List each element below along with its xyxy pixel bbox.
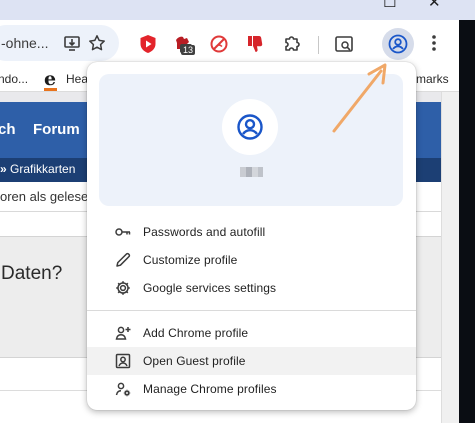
thread-title[interactable]: Daten? bbox=[1, 263, 62, 285]
install-app-icon[interactable] bbox=[63, 34, 81, 52]
profile-avatar-icon bbox=[388, 34, 408, 54]
youtube-extension-icon[interactable] bbox=[138, 34, 158, 54]
page-scrollbar[interactable] bbox=[441, 92, 459, 423]
menu-item-label: Customize profile bbox=[143, 253, 238, 267]
extension-badge: 13 bbox=[181, 45, 196, 55]
menu-divider bbox=[87, 310, 416, 311]
bookmark-star-icon[interactable] bbox=[88, 34, 106, 52]
nav-item-forum[interactable]: Forum bbox=[33, 121, 80, 138]
maximize-icon[interactable]: ☐ bbox=[383, 0, 396, 10]
bookmark-favicon-e: e bbox=[44, 68, 57, 90]
all-bookmarks-link[interactable]: marks bbox=[416, 72, 449, 86]
menu-item-label: Manage Chrome profiles bbox=[143, 382, 277, 396]
profile-header bbox=[99, 74, 403, 206]
toolbar-separator bbox=[318, 36, 319, 54]
nav-item[interactable]: ch bbox=[0, 121, 16, 138]
close-window-icon[interactable]: ✕ bbox=[428, 0, 441, 10]
dislike-extension-icon[interactable] bbox=[245, 34, 265, 54]
browser-toolbar: -ohne... 13 bbox=[0, 20, 459, 68]
manage-chrome-profiles-item[interactable]: Manage Chrome profiles bbox=[87, 375, 416, 403]
open-guest-profile-item[interactable]: Open Guest profile bbox=[87, 347, 416, 375]
manage-profiles-icon bbox=[115, 382, 131, 397]
blocker-extension-icon[interactable] bbox=[209, 34, 229, 54]
add-person-icon bbox=[115, 326, 131, 340]
address-text[interactable]: -ohne... bbox=[1, 35, 48, 51]
google-services-settings-item[interactable]: Google services settings bbox=[87, 274, 416, 302]
address-bar[interactable]: -ohne... bbox=[0, 25, 119, 61]
desktop-background bbox=[459, 20, 475, 423]
guest-profile-icon bbox=[115, 353, 131, 369]
gear-icon bbox=[116, 281, 130, 295]
bookmark-favicon-accent bbox=[44, 88, 57, 91]
breadcrumb-item[interactable]: Grafikkarten bbox=[10, 162, 75, 176]
profile-avatar-icon bbox=[237, 114, 263, 140]
search-tab-icon[interactable] bbox=[334, 34, 354, 54]
key-icon bbox=[115, 228, 131, 236]
add-chrome-profile-item[interactable]: Add Chrome profile bbox=[87, 319, 416, 347]
breadcrumb-separator: » bbox=[0, 162, 7, 176]
bookmark-item[interactable]: ndo... bbox=[0, 72, 28, 86]
menu-item-label: Passwords and autofill bbox=[143, 225, 266, 239]
menu-item-label: Add Chrome profile bbox=[143, 326, 249, 340]
mark-read-link[interactable]: oren als gelese bbox=[0, 189, 88, 204]
blurred-profile-name bbox=[240, 167, 264, 177]
menu-item-label: Open Guest profile bbox=[143, 354, 246, 368]
pencil-icon bbox=[116, 252, 131, 267]
menu-item-label: Google services settings bbox=[143, 281, 277, 295]
window-title-bar: ☐ ✕ bbox=[0, 0, 475, 20]
customize-profile-item[interactable]: Customize profile bbox=[87, 246, 416, 274]
extensions-puzzle-icon[interactable] bbox=[282, 34, 302, 54]
profile-avatar bbox=[222, 99, 278, 155]
bookmark-item[interactable]: Hea bbox=[66, 72, 88, 86]
more-menu-icon[interactable] bbox=[427, 32, 441, 54]
passwords-autofill-item[interactable]: Passwords and autofill bbox=[87, 218, 416, 246]
profile-menu-popup: Passwords and autofill Customize profile… bbox=[87, 62, 416, 410]
profile-button[interactable] bbox=[382, 28, 414, 60]
